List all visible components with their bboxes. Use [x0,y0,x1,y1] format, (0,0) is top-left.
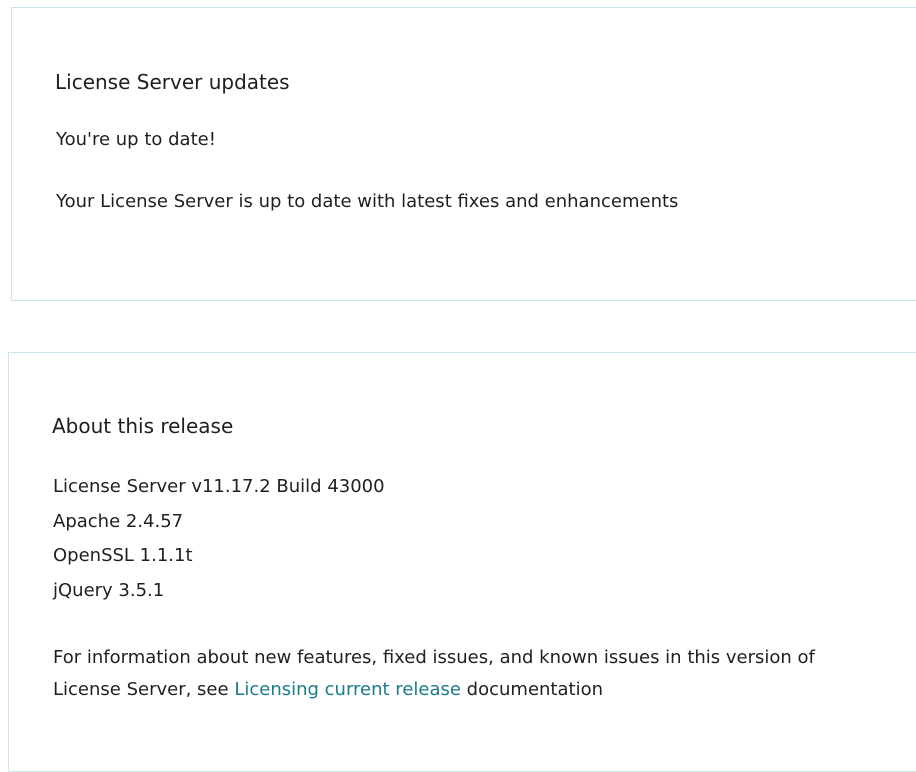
release-info-text: For information about new features, fixe… [53,642,873,706]
about-release-panel: About this release License Server v11.17… [8,352,916,772]
update-status-text: You're up to date! [56,129,216,150]
about-panel-title: About this release [52,414,234,438]
version-item-apache: Apache 2.4.57 [53,510,184,532]
version-item-jquery: jQuery 3.5.1 [53,579,165,601]
version-item-openssl: OpenSSL 1.1.1t [53,545,193,566]
version-item-license-server: License Server v11.17.2 Build 43000 [53,476,385,497]
licensing-current-release-link[interactable]: Licensing current release [234,679,461,700]
version-list: License Server v11.17.2 Build 43000 Apac… [53,473,385,611]
updates-panel-title: License Server updates [55,70,290,94]
update-status-description: Your License Server is up to date with l… [56,191,679,212]
license-server-updates-panel: License Server updates You're up to date… [11,7,916,301]
release-info-suffix: documentation [460,679,604,700]
